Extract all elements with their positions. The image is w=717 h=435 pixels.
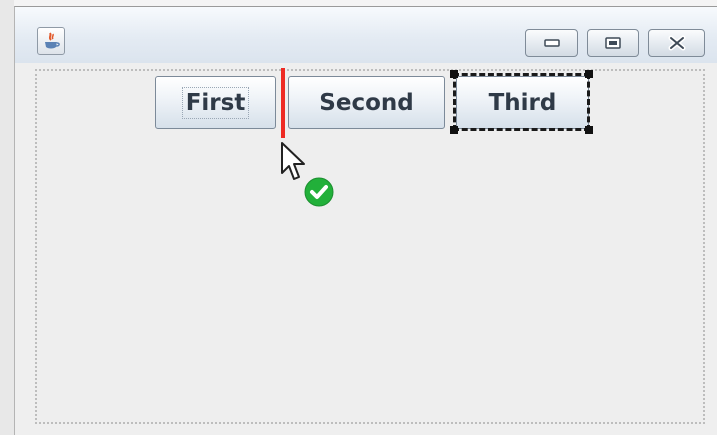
desktop-edge bbox=[0, 0, 14, 435]
resize-handle-top-right[interactable] bbox=[585, 70, 593, 78]
resize-handle-bottom-right[interactable] bbox=[585, 126, 593, 134]
checkmark-icon bbox=[304, 177, 334, 207]
maximize-button[interactable] bbox=[587, 29, 639, 57]
second-button[interactable]: Second bbox=[288, 76, 445, 129]
maximize-icon bbox=[605, 37, 621, 49]
first-button[interactable]: First bbox=[155, 76, 276, 129]
minimize-icon bbox=[543, 39, 560, 47]
drop-position-indicator bbox=[281, 68, 285, 138]
first-button-label: First bbox=[181, 86, 250, 119]
close-icon bbox=[668, 35, 685, 51]
second-button-label: Second bbox=[319, 89, 414, 116]
resize-handle-top-left[interactable] bbox=[450, 70, 458, 78]
title-bar[interactable] bbox=[15, 7, 717, 63]
java-icon[interactable] bbox=[37, 27, 65, 55]
resize-handle-bottom-left[interactable] bbox=[450, 126, 458, 134]
selection-frame[interactable] bbox=[450, 70, 593, 134]
app-window: First Second Third bbox=[14, 6, 717, 435]
minimize-button[interactable] bbox=[525, 29, 578, 57]
close-button[interactable] bbox=[648, 29, 705, 57]
